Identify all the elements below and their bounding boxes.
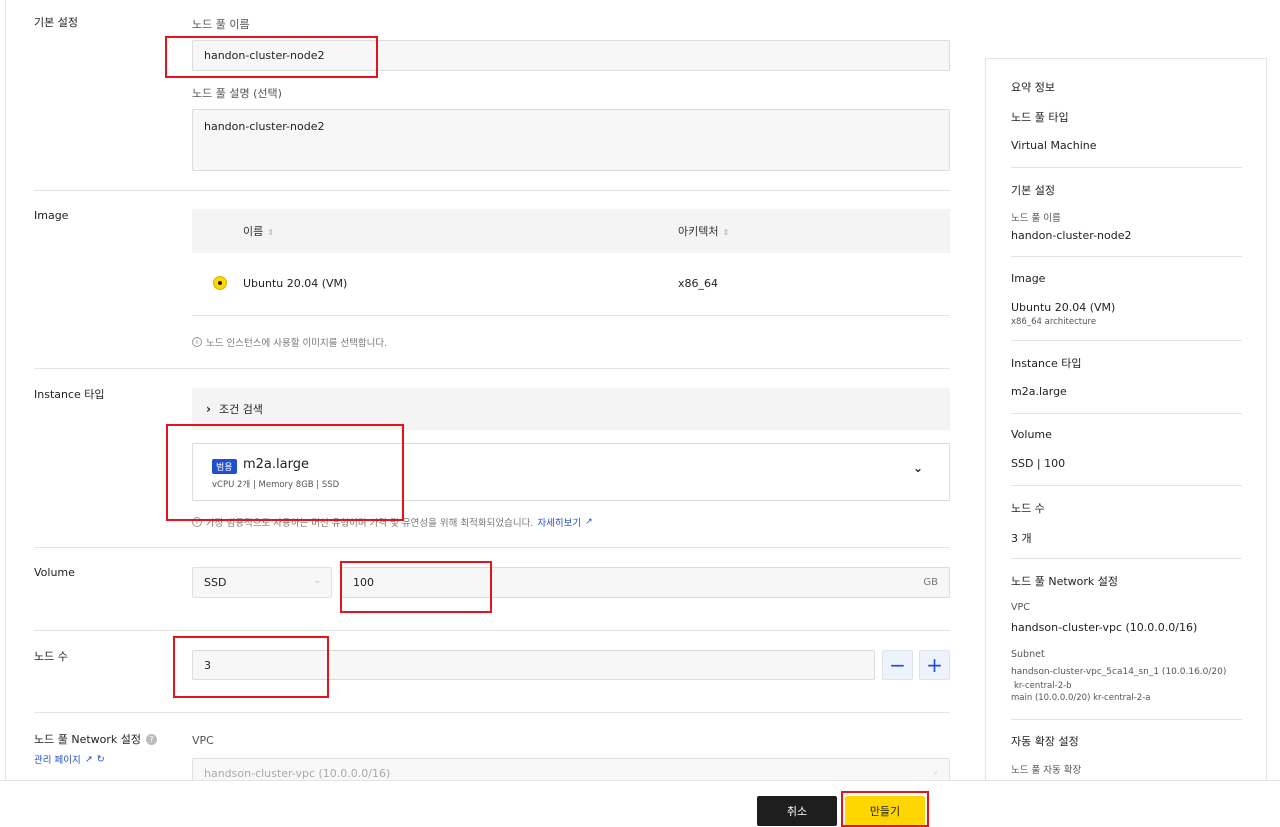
chevron-down-icon: ⌄ bbox=[313, 576, 321, 586]
divider bbox=[1011, 719, 1242, 720]
decrement-button[interactable]: − bbox=[882, 650, 913, 680]
summary-nodes-label: 노드 수 bbox=[1011, 502, 1045, 515]
summary-node-type-value: Virtual Machine bbox=[1011, 139, 1097, 152]
divider bbox=[34, 712, 950, 713]
summary-subnet-label: Subnet bbox=[1011, 649, 1045, 660]
left-rail bbox=[0, 0, 6, 780]
volume-type-select[interactable]: SSD ⌄ bbox=[192, 567, 332, 598]
image-table-header: 이름 ⇕ 아키텍처 ⇕ bbox=[192, 209, 950, 253]
sort-icon[interactable]: ⇕ bbox=[722, 228, 729, 237]
image-arch-cell: x86_64 bbox=[678, 277, 719, 290]
summary-volume-value: SSD | 100 bbox=[1011, 457, 1066, 470]
chevron-right-icon: › bbox=[206, 402, 211, 416]
increment-button[interactable]: + bbox=[919, 650, 950, 680]
section-volume-label: Volume bbox=[34, 566, 75, 579]
divider bbox=[1011, 558, 1242, 559]
summary-instance-label: Instance 타입 bbox=[1011, 357, 1082, 370]
instance-hint: i 가장 범용적으로 사용하는 머신 유형이며 가격 및 유연성을 위해 최적화… bbox=[192, 515, 593, 529]
section-basic-label: 기본 설정 bbox=[34, 16, 78, 29]
divider bbox=[1011, 167, 1242, 168]
summary-subnet-line2: kr-central-2-b bbox=[1014, 681, 1072, 691]
image-name-cell: Ubuntu 20.04 (VM) bbox=[243, 277, 348, 290]
summary-network-label: 노드 풀 Network 설정 bbox=[1011, 575, 1119, 588]
divider bbox=[1011, 256, 1242, 257]
summary-image-value: Ubuntu 20.04 (VM) bbox=[1011, 301, 1116, 314]
section-nodes-label: 노드 수 bbox=[34, 650, 68, 663]
divider bbox=[1011, 340, 1242, 341]
sort-icon[interactable]: ⇕ bbox=[267, 228, 274, 237]
external-link-icon: ↗ bbox=[84, 753, 93, 765]
divider bbox=[34, 190, 950, 191]
divider bbox=[34, 547, 950, 548]
external-link-icon[interactable]: ↗ bbox=[585, 517, 593, 527]
learn-more-link[interactable]: 자세히보기 bbox=[537, 515, 581, 529]
summary-autoscale-sub: 노드 풀 자동 확장 bbox=[1011, 765, 1082, 776]
table-row[interactable]: Ubuntu 20.04 (VM) x86_64 bbox=[192, 253, 950, 316]
summary-image-arch: x86_64 architecture bbox=[1011, 317, 1097, 327]
summary-node-type-label: 노드 풀 타입 bbox=[1011, 111, 1069, 124]
summary-subnet-line1: handson-cluster-vpc_5ca14_sn_1 (10.0.16.… bbox=[1011, 667, 1227, 677]
summary-instance-value: m2a.large bbox=[1011, 385, 1067, 398]
summary-image-label: Image bbox=[1011, 272, 1046, 285]
volume-size-input[interactable]: 100 GB bbox=[341, 567, 950, 598]
cancel-button[interactable]: 취소 bbox=[757, 796, 837, 826]
node-pool-desc-textarea[interactable]: handon-cluster-node2 bbox=[192, 109, 950, 171]
divider bbox=[34, 630, 950, 631]
section-instance-label: Instance 타입 bbox=[34, 388, 105, 401]
summary-name-value: handon-cluster-node2 bbox=[1011, 229, 1132, 242]
divider bbox=[1011, 485, 1242, 486]
create-button[interactable]: 만들기 bbox=[845, 796, 925, 826]
volume-unit: GB bbox=[923, 577, 938, 588]
summary-nodes-value: 3 개 bbox=[1011, 532, 1032, 545]
info-icon: i bbox=[192, 517, 202, 527]
condition-search-toggle[interactable]: › 조건 검색 bbox=[192, 388, 950, 430]
summary-name-label: 노드 풀 이름 bbox=[1011, 213, 1061, 224]
divider bbox=[34, 368, 950, 369]
summary-panel: 요약 정보 노드 풀 타입 Virtual Machine 기본 설정 노드 풀… bbox=[985, 58, 1267, 788]
chevron-down-icon: ⌄ bbox=[931, 767, 939, 777]
node-pool-name-label: 노드 풀 이름 bbox=[192, 18, 250, 31]
instance-type-spec: vCPU 2개 | Memory 8GB | SSD bbox=[212, 480, 340, 490]
help-icon[interactable]: ? bbox=[146, 733, 158, 745]
section-image-label: Image bbox=[34, 209, 69, 222]
summary-title: 요약 정보 bbox=[1011, 81, 1055, 94]
node-pool-desc-label: 노드 풀 설명 (선택) bbox=[192, 87, 282, 100]
column-name[interactable]: 이름 ⇕ bbox=[243, 223, 274, 239]
summary-vpc-label: VPC bbox=[1011, 602, 1030, 613]
node-pool-name-input[interactable]: handon-cluster-node2 bbox=[192, 40, 950, 71]
instance-type-select[interactable]: 범용 m2a.large vCPU 2개 | Memory 8GB | SSD … bbox=[192, 443, 950, 501]
summary-volume-label: Volume bbox=[1011, 428, 1052, 441]
image-radio-selected[interactable] bbox=[213, 276, 227, 290]
divider bbox=[1011, 413, 1242, 414]
section-network-label: 노드 풀 Network 설정 ? bbox=[34, 731, 158, 747]
category-badge: 범용 bbox=[212, 459, 237, 474]
instance-type-name: m2a.large bbox=[243, 457, 309, 472]
info-icon: i bbox=[192, 337, 202, 347]
chevron-down-icon[interactable]: ⌄ bbox=[913, 461, 923, 475]
image-hint: i 노드 인스턴스에 사용할 이미지를 선택합니다. bbox=[192, 335, 387, 349]
summary-autoscale-label: 자동 확장 설정 bbox=[1011, 735, 1079, 748]
summary-vpc-value: handson-cluster-vpc (10.0.0.0/16) bbox=[1011, 621, 1198, 634]
vpc-label: VPC bbox=[192, 734, 214, 747]
manage-page-link[interactable]: 관리 페이지 ↗ ↻ bbox=[34, 752, 105, 767]
summary-basic-label: 기본 설정 bbox=[1011, 184, 1055, 197]
column-arch[interactable]: 아키텍처 ⇕ bbox=[678, 223, 729, 239]
footer-bar: 취소 만들기 bbox=[0, 780, 1280, 827]
refresh-icon[interactable]: ↻ bbox=[97, 754, 105, 765]
summary-subnet-line3: main (10.0.0.0/20) kr-central-2-a bbox=[1011, 693, 1151, 703]
node-count-input[interactable]: 3 bbox=[192, 650, 875, 680]
